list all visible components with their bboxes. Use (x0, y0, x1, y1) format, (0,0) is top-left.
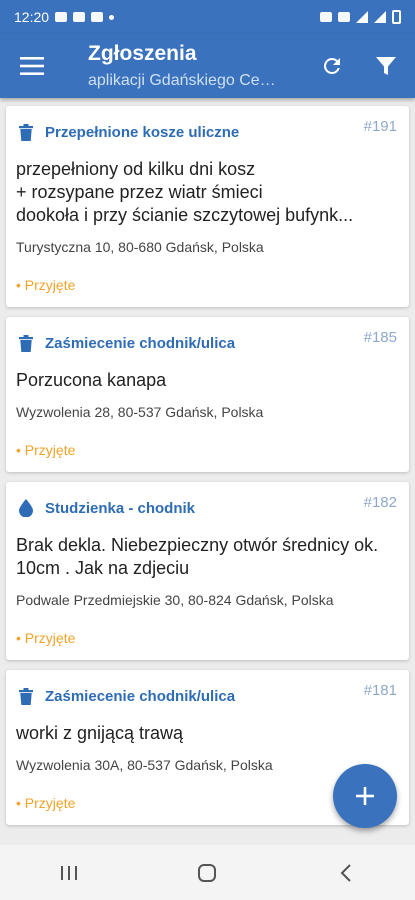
trash-icon (16, 333, 36, 353)
trash-icon (16, 686, 36, 706)
home-icon (198, 863, 217, 882)
add-report-button[interactable] (333, 764, 397, 828)
refresh-icon (323, 57, 340, 74)
recent-apps-button[interactable] (49, 853, 89, 893)
mute-icon (338, 12, 350, 22)
report-address: Wyzwolenia 28, 80-537 Gdańsk, Polska (16, 404, 264, 420)
report-number: #191 (363, 118, 397, 135)
report-status: • Przyjęte (16, 442, 76, 458)
app-bar: Zgłoszenia aplikacji Gdańskiego Centrum … (0, 34, 415, 98)
battery-icon (392, 10, 401, 24)
filter-button[interactable] (370, 50, 402, 82)
report-description: worki z gnijącą trawą (16, 723, 184, 743)
alarm-icon (320, 12, 332, 22)
status-time: 12:20 (14, 9, 50, 25)
report-status: • Przyjęte (16, 277, 76, 293)
page-subtitle: aplikacji Gdańskiego Centrum Kontaktu (88, 72, 284, 89)
report-category: Przepełnione kosze uliczne (45, 123, 240, 141)
report-category: Zaśmiecenie chodnik/ulica (45, 334, 236, 352)
report-address: Podwale Przedmiejskie 30, 80-824 Gdańsk,… (16, 592, 334, 608)
back-icon (340, 863, 351, 882)
dot-icon (109, 14, 115, 20)
cloud-icon (73, 12, 86, 22)
wifi-icon (356, 11, 368, 23)
report-card[interactable]: Zaśmiecenie chodnik/ulica #185 Porzucona… (6, 317, 409, 472)
home-button[interactable] (187, 853, 227, 893)
menu-icon (20, 57, 44, 75)
image-icon (91, 12, 104, 22)
recent-apps-icon (61, 865, 78, 880)
report-description: Brak dekla. Niebezpieczny otwór średnicy… (16, 535, 379, 578)
water-drop-icon (16, 498, 36, 518)
status-bar: 12:20 (0, 0, 415, 34)
report-status: • Przyjęte (16, 630, 76, 646)
back-button[interactable] (326, 853, 366, 893)
notification-icon (55, 12, 68, 22)
report-number: #182 (363, 494, 397, 511)
trash-icon (16, 122, 36, 142)
report-card[interactable]: Studzienka - chodnik #182 Brak dekla. Ni… (6, 482, 409, 660)
report-card[interactable]: Przepełnione kosze uliczne #191 przepełn… (6, 106, 409, 307)
report-address: Turystyczna 10, 80-680 Gdańsk, Polska (16, 239, 264, 255)
report-description: Porzucona kanapa (16, 370, 167, 390)
filter-icon (376, 57, 396, 75)
menu-button[interactable] (16, 50, 48, 82)
plus-icon (356, 787, 374, 805)
report-category: Zaśmiecenie chodnik/ulica (45, 687, 236, 705)
report-address: Wyzwolenia 30A, 80-537 Gdańsk, Polska (16, 757, 273, 773)
page-title: Zgłoszenia (88, 42, 197, 65)
report-number: #185 (363, 329, 397, 346)
reports-list[interactable]: Przepełnione kosze uliczne #191 przepełn… (0, 98, 415, 845)
report-number: #181 (363, 682, 397, 699)
report-description: przepełniony od kilku dni kosz + rozsypa… (16, 159, 354, 225)
signal-icon (374, 11, 386, 23)
refresh-button[interactable] (316, 50, 348, 82)
system-nav-bar (0, 845, 415, 900)
report-category: Studzienka - chodnik (45, 499, 196, 517)
